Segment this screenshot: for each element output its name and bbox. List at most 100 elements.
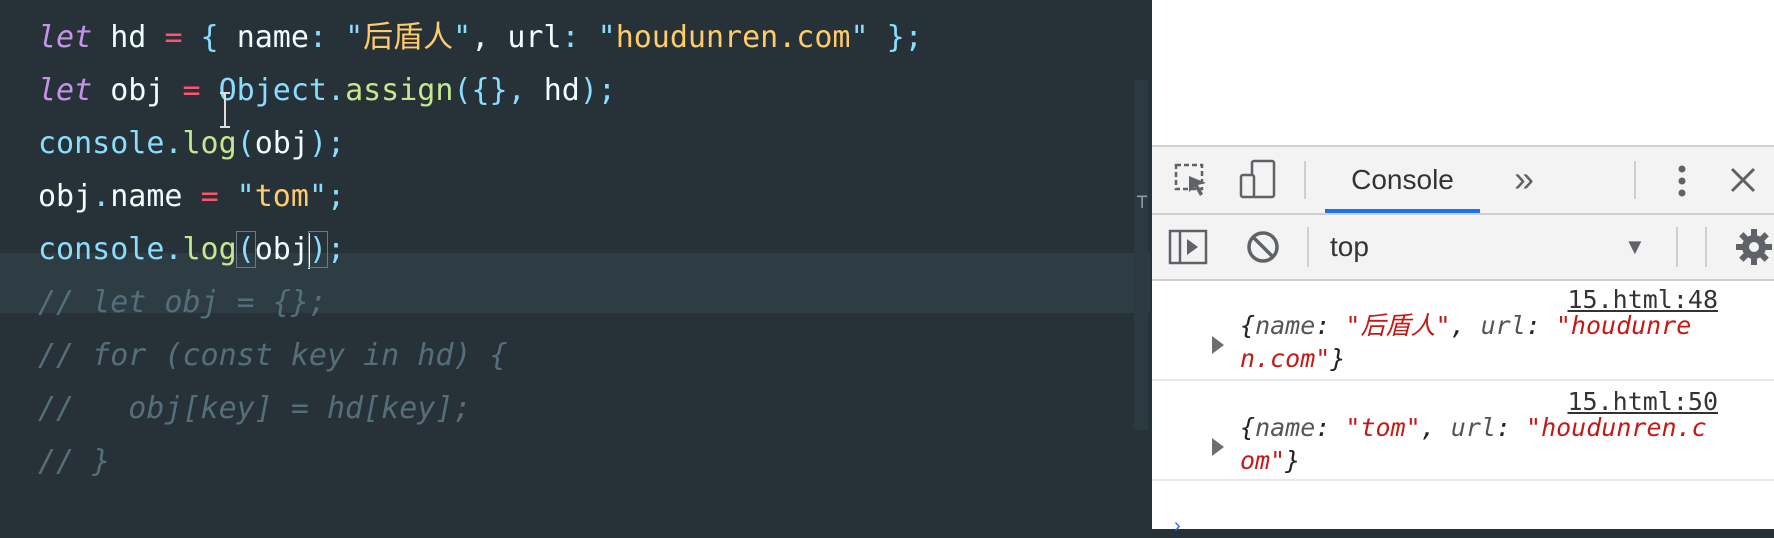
code-token: . (92, 179, 111, 214)
log-token: name (1255, 413, 1316, 442)
log-token: { (1240, 413, 1256, 442)
code-token: . (164, 126, 183, 161)
code-token: // for (const key in hd) { (38, 338, 508, 373)
devtools-panel: Console » top ▼ 15.html:48 {name: "后盾人",… (1152, 145, 1774, 537)
code-token: Object (218, 73, 327, 108)
code-token: // obj[key] = hd[key]; (38, 391, 472, 426)
code-token: obj (254, 126, 309, 161)
scrollbar-marker: ⊤ (1136, 189, 1149, 213)
filter-separator (1307, 227, 1309, 267)
page-viewport (1152, 0, 1774, 145)
code-token: houdunren.com (615, 20, 851, 55)
code-token: . (164, 232, 183, 267)
log-object[interactable]: {name: "后盾人", url: "houdunren.com"} (1240, 309, 1710, 375)
code-token: " (218, 179, 255, 214)
code-token: ( (236, 126, 255, 161)
code-token: hd (92, 20, 165, 55)
inspect-element-icon[interactable] (1172, 161, 1212, 201)
log-token: : (1495, 413, 1527, 442)
code-token: let (38, 73, 93, 108)
more-options-icon[interactable] (1672, 161, 1692, 201)
code-token: console (38, 126, 165, 161)
code-token: let (38, 20, 93, 55)
code-token: // } (38, 444, 111, 479)
code-token: tom (254, 179, 309, 214)
code-token: console (38, 232, 165, 267)
code-token: assign (345, 73, 454, 108)
code-token: ); (579, 73, 616, 108)
clear-console-icon[interactable] (1245, 229, 1281, 265)
code-editor[interactable]: let hd = { name: "后盾人", url: "houdunren.… (0, 0, 1150, 527)
code-token: ) (307, 231, 329, 268)
code-token: }; (868, 20, 923, 55)
gear-icon[interactable] (1734, 227, 1774, 267)
code-line[interactable]: console.log(obj); (38, 220, 345, 280)
code-token: " (850, 20, 869, 55)
code-line[interactable]: // for (const key in hd) { (38, 326, 508, 386)
execution-context-select[interactable]: top (1330, 215, 1369, 279)
code-line[interactable]: // obj[key] = hd[key]; (38, 379, 471, 439)
filter-separator (1676, 227, 1678, 267)
code-token: name (236, 20, 309, 55)
code-token: ( (235, 231, 256, 268)
code-token: " (453, 20, 472, 55)
code-token: 后盾人 (363, 20, 454, 55)
tab-console[interactable]: Console (1325, 147, 1480, 213)
code-line[interactable]: let hd = { name: "后盾人", url: "houdunren.… (38, 8, 923, 68)
code-token: " (597, 20, 616, 55)
log-token: , (1420, 413, 1451, 442)
code-token: name (110, 179, 201, 214)
code-token: url (507, 20, 562, 55)
log-token: url (1450, 413, 1496, 442)
code-token: ({}, (453, 73, 544, 108)
console-message: 15.html:50 {name: "tom", url: "houdunren… (1152, 381, 1774, 481)
code-line[interactable]: let obj = Object.assign({}, hd); (38, 61, 616, 121)
code-token: obj (92, 73, 183, 108)
code-token: = (182, 73, 201, 108)
code-line[interactable]: obj.name = "tom"; (38, 167, 345, 227)
editor-scrollbar[interactable] (1134, 80, 1148, 430)
text-cursor-icon (220, 92, 230, 128)
log-token: "tom" (1345, 413, 1421, 442)
code-token: ); (308, 126, 346, 161)
code-token: , (471, 20, 508, 55)
code-token: = (164, 20, 183, 55)
expand-triangle-icon[interactable] (1212, 438, 1224, 456)
close-icon[interactable] (1727, 164, 1759, 196)
code-token: " (345, 20, 364, 55)
log-token: { (1240, 311, 1256, 340)
code-token: obj (38, 179, 93, 214)
log-token: } (1285, 446, 1301, 475)
console-filter-bar: top ▼ (1152, 215, 1774, 281)
log-object[interactable]: {name: "tom", url: "houdunren.com"} (1240, 411, 1710, 477)
console-sidebar-icon[interactable] (1168, 227, 1208, 267)
code-token: : (308, 20, 346, 55)
chevron-down-icon[interactable]: ▼ (1624, 215, 1646, 279)
log-token: name (1255, 311, 1316, 340)
code-token: = (200, 179, 219, 214)
log-token: : (1525, 311, 1556, 340)
log-token: "后盾人" (1345, 311, 1451, 340)
log-token: : (1315, 311, 1346, 340)
console-message: 15.html:48 {name: "后盾人", url: "houdunren… (1152, 281, 1774, 381)
more-tabs-button[interactable]: » (1514, 147, 1534, 213)
filter-separator (1705, 227, 1707, 267)
code-token: obj (254, 232, 309, 267)
code-token: // let obj = {}; (38, 285, 327, 320)
code-line[interactable]: // } (38, 432, 110, 492)
code-token: log (182, 232, 237, 267)
code-line[interactable]: console.log(obj); (38, 114, 345, 174)
log-token: url (1480, 311, 1526, 340)
log-token: } (1330, 344, 1346, 373)
code-token: ; (327, 232, 346, 267)
log-token: , (1450, 311, 1481, 340)
device-toolbar-icon[interactable] (1238, 159, 1278, 201)
log-token: : (1315, 413, 1346, 442)
code-token: . (327, 73, 346, 108)
toolbar-separator (1634, 161, 1636, 199)
devtools-toolbar: Console » (1152, 147, 1774, 215)
code-line[interactable]: // let obj = {}; (38, 273, 327, 333)
expand-triangle-icon[interactable] (1212, 336, 1224, 354)
code-token: log (182, 126, 237, 161)
